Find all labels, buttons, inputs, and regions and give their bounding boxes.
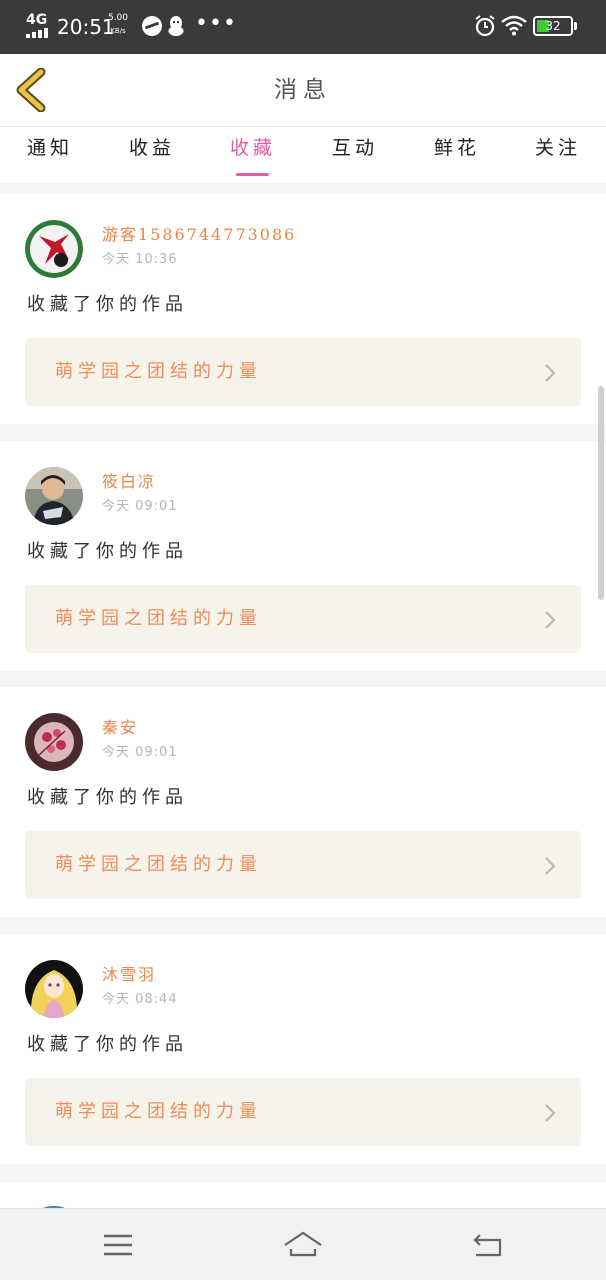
work-link[interactable]: 萌学园之团结的力量 (25, 338, 581, 406)
menu-icon[interactable] (96, 1227, 140, 1263)
message-text: 收藏了你的作品 (27, 541, 188, 562)
username[interactable]: 秦安 (102, 717, 138, 739)
tab-earnings[interactable]: 收益 (112, 127, 192, 183)
avatar[interactable] (25, 960, 83, 1018)
alarm-icon (475, 15, 495, 37)
status-bar: 4G 20:51 5.00 KB/s ••• 32 (0, 0, 606, 54)
home-icon[interactable] (281, 1227, 325, 1263)
avatar[interactable] (25, 220, 83, 278)
clock: 20:51 (57, 15, 115, 39)
message-card: 秦安 今天 09:01 收藏了你的作品 萌学园之团结的力量 (0, 687, 606, 917)
message-time: 今天 10:36 (102, 252, 178, 267)
work-link[interactable]: 萌学园之团结的力量 (25, 1078, 581, 1146)
username[interactable]: 游客1586744773086 (102, 224, 296, 246)
battery-level: 32 (545, 19, 561, 33)
tab-interactions[interactable]: 互动 (315, 127, 395, 183)
browser-icon (142, 16, 162, 36)
more-notifications-icon: ••• (195, 11, 237, 36)
message-card: 筱白凉 今天 09:01 收藏了你的作品 萌学园之团结的力量 (0, 441, 606, 671)
chevron-right-icon (545, 857, 556, 875)
network-speed-value: 5.00 (107, 13, 129, 23)
back-icon[interactable] (466, 1227, 510, 1263)
message-time: 今天 09:01 (102, 745, 178, 760)
message-text: 收藏了你的作品 (27, 1034, 188, 1055)
page-title: 消息 (274, 77, 332, 103)
tab-following[interactable]: 关注 (518, 127, 598, 183)
chevron-right-icon (545, 1104, 556, 1122)
username[interactable]: 筱白凉 (102, 471, 156, 493)
system-nav-bar (0, 1208, 606, 1280)
avatar[interactable] (25, 467, 83, 525)
message-time: 今天 09:01 (102, 499, 178, 514)
network-type: 4G (26, 12, 48, 28)
work-title: 萌学园之团结的力量 (55, 361, 262, 382)
qq-icon (168, 16, 184, 36)
signal-icon (26, 28, 48, 38)
chevron-right-icon (545, 611, 556, 629)
active-tab-indicator (236, 173, 269, 176)
work-title: 萌学园之团结的力量 (55, 854, 262, 875)
tab-notifications[interactable]: 通知 (10, 127, 90, 183)
message-card: 沐雪羽 今天 08:44 收藏了你的作品 萌学园之团结的力量 (0, 934, 606, 1164)
work-link[interactable]: 萌学园之团结的力量 (25, 831, 581, 899)
tab-bar: 通知 收益 收藏 互动 鲜花 关注 (0, 127, 606, 183)
avatar[interactable] (25, 713, 83, 771)
message-text: 收藏了你的作品 (27, 787, 188, 808)
chevron-right-icon (545, 364, 556, 382)
work-link[interactable]: 萌学园之团结的力量 (25, 585, 581, 653)
header: 消息 (0, 54, 606, 127)
battery-icon: 32 (533, 16, 577, 36)
message-text: 收藏了你的作品 (27, 294, 188, 315)
wifi-icon (501, 15, 527, 36)
scrollbar[interactable] (598, 386, 604, 600)
network-speed: 5.00 KB/s (107, 12, 129, 38)
message-card: 游客1586744773086 今天 10:36 收藏了你的作品 萌学园之团结的… (0, 194, 606, 424)
tab-flowers[interactable]: 鲜花 (417, 127, 497, 183)
work-title: 萌学园之团结的力量 (55, 1101, 262, 1122)
username[interactable]: 沐雪羽 (102, 964, 156, 986)
network-speed-unit: KB/s (110, 27, 126, 35)
message-time: 今天 08:44 (102, 992, 178, 1007)
work-title: 萌学园之团结的力量 (55, 608, 262, 629)
